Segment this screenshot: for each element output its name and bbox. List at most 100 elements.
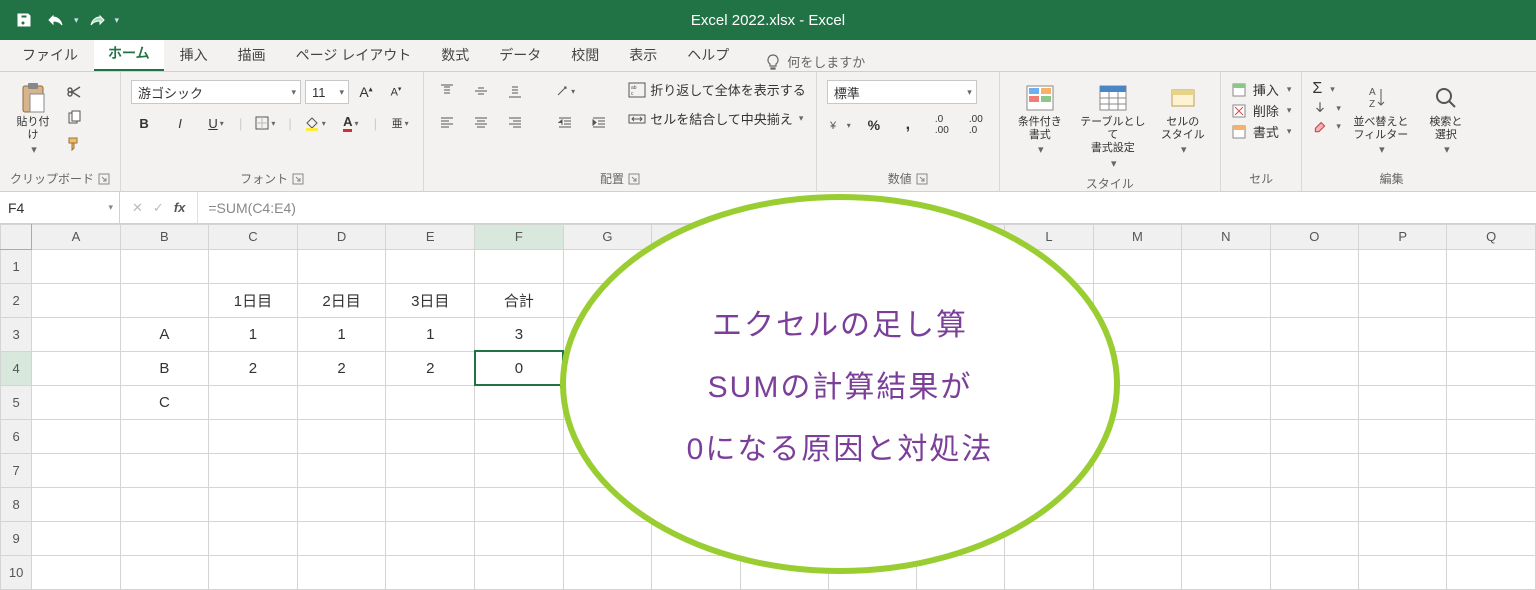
cell-Q3[interactable] [1447,317,1536,351]
cell-E9[interactable] [386,521,475,555]
cell-C8[interactable] [209,487,298,521]
cell-D7[interactable] [297,453,386,487]
font-color-button[interactable]: A [338,112,364,134]
tab-home[interactable]: ホーム [94,37,164,71]
cell-A2[interactable] [32,283,120,317]
cell-N10[interactable] [1182,555,1270,589]
cell-F3[interactable]: 3 [475,317,564,351]
cell-O10[interactable] [1270,555,1358,589]
cell-C6[interactable] [209,419,298,453]
cell-N3[interactable] [1182,317,1270,351]
tab-file[interactable]: ファイル [8,39,92,71]
cell-O7[interactable] [1270,453,1358,487]
comma-button[interactable]: , [895,114,921,136]
wrap-text-button[interactable]: abc 折り返して全体を表示する [628,80,806,99]
cell-F6[interactable] [475,419,564,453]
cell-F9[interactable] [475,521,564,555]
cell-Q10[interactable] [1447,555,1536,589]
cell-O4[interactable] [1270,351,1358,385]
format-cells-button[interactable]: 書式▾ [1231,122,1292,141]
cell-O9[interactable] [1270,521,1358,555]
column-header[interactable]: F [475,225,564,250]
cell-E6[interactable] [386,419,475,453]
cell-A1[interactable] [32,249,120,283]
phonetic-button[interactable]: 亜 [387,112,413,134]
cell-F8[interactable] [475,487,564,521]
cancel-formula-icon[interactable]: ✕ [132,200,143,216]
column-header[interactable]: P [1359,225,1447,250]
row-header[interactable]: 6 [1,419,32,453]
cell-C10[interactable] [209,555,298,589]
cell-A5[interactable] [32,385,120,419]
cell-D8[interactable] [297,487,386,521]
underline-button[interactable]: U [203,112,229,134]
cell-P1[interactable] [1359,249,1447,283]
save-icon[interactable] [10,6,38,34]
cell-H10[interactable] [652,555,740,589]
cell-N8[interactable] [1182,487,1270,521]
cell-F7[interactable] [475,453,564,487]
cell-A4[interactable] [32,351,120,385]
cell-E3[interactable]: 1 [386,317,475,351]
cell-A6[interactable] [32,419,120,453]
tab-data[interactable]: データ [485,39,555,71]
cell-B5[interactable]: C [120,385,208,419]
cell-D5[interactable] [297,385,386,419]
enter-formula-icon[interactable]: ✓ [153,200,164,216]
cell-Q2[interactable] [1447,283,1536,317]
borders-button[interactable] [252,112,278,134]
cell-P10[interactable] [1359,555,1447,589]
insert-cells-button[interactable]: 挿入▾ [1231,80,1292,99]
cell-B1[interactable] [120,249,208,283]
cell-E1[interactable] [386,249,475,283]
cell-A10[interactable] [32,555,120,589]
conditional-format-button[interactable]: 条件付き 書式▾ [1010,80,1070,160]
tab-view[interactable]: 表示 [615,39,671,71]
cell-B7[interactable] [120,453,208,487]
cell-P9[interactable] [1359,521,1447,555]
row-header[interactable]: 2 [1,283,32,317]
cell-M1[interactable] [1093,249,1181,283]
cell-B2[interactable] [120,283,208,317]
cell-styles-button[interactable]: セルの スタイル▾ [1156,80,1210,160]
cell-E5[interactable] [386,385,475,419]
row-header[interactable]: 9 [1,521,32,555]
cell-P3[interactable] [1359,317,1447,351]
cell-G9[interactable] [563,521,651,555]
percent-button[interactable]: % [861,114,887,136]
cell-O6[interactable] [1270,419,1358,453]
row-header[interactable]: 8 [1,487,32,521]
undo-icon[interactable] [42,6,70,34]
cell-O5[interactable] [1270,385,1358,419]
cell-P7[interactable] [1359,453,1447,487]
column-header[interactable]: N [1182,225,1270,250]
cell-B6[interactable] [120,419,208,453]
column-header[interactable]: B [120,225,208,250]
cell-E8[interactable] [386,487,475,521]
align-top-button[interactable] [434,80,460,102]
cell-C7[interactable] [209,453,298,487]
cut-button[interactable] [62,82,86,102]
copy-button[interactable] [62,108,86,128]
select-all-corner[interactable] [1,225,32,250]
row-header[interactable]: 5 [1,385,32,419]
font-size-select[interactable]: 11 [305,80,349,104]
increase-decimal-button[interactable]: .0.00 [929,114,955,136]
dialog-launcher-icon[interactable] [98,173,110,185]
cell-G10[interactable] [563,555,651,589]
cell-N7[interactable] [1182,453,1270,487]
delete-cells-button[interactable]: 削除▾ [1231,101,1292,120]
format-painter-button[interactable] [62,134,86,154]
decrease-indent-button[interactable] [552,112,578,134]
cell-Q8[interactable] [1447,487,1536,521]
cell-C9[interactable] [209,521,298,555]
tab-help[interactable]: ヘルプ [673,39,743,71]
cell-F1[interactable] [475,249,564,283]
autosum-button[interactable]: Σ▾ [1312,80,1341,98]
row-header[interactable]: 4 [1,351,32,385]
cell-C3[interactable]: 1 [209,317,298,351]
cell-Q6[interactable] [1447,419,1536,453]
cell-Q1[interactable] [1447,249,1536,283]
cell-A7[interactable] [32,453,120,487]
cell-D1[interactable] [297,249,386,283]
